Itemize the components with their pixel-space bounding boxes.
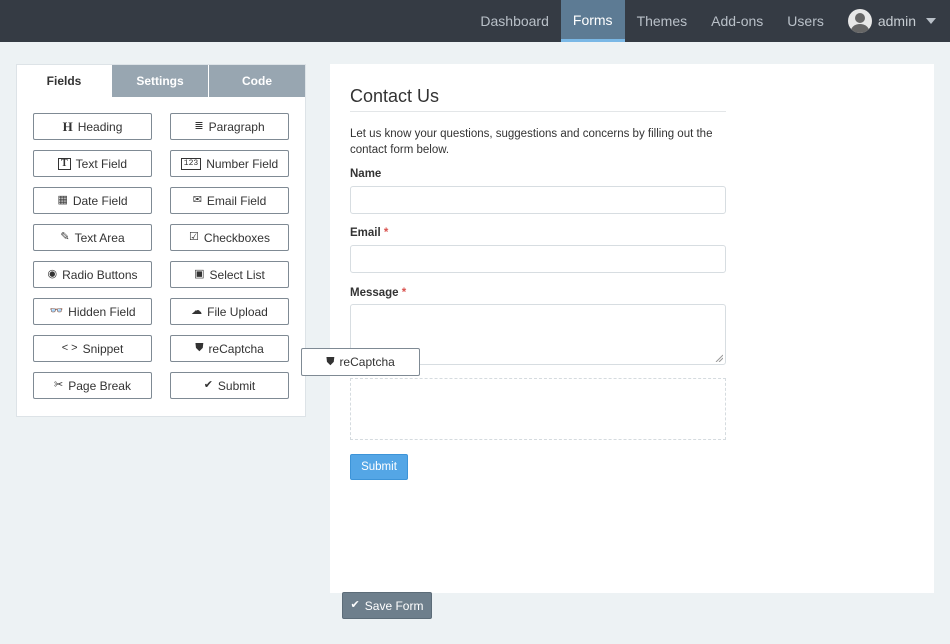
edit-icon: ✎: [60, 231, 70, 243]
field-label: File Upload: [207, 304, 268, 319]
field-label: Submit: [217, 378, 256, 393]
field-label: Page Break: [68, 378, 131, 393]
avatar: [847, 9, 872, 33]
checkbox-icon: ☑: [189, 231, 199, 243]
cloud-upload-icon: ☁: [191, 305, 203, 317]
add-paragraph-button[interactable]: ≣ Paragraph: [170, 113, 289, 140]
field-label: Number Field: [206, 156, 279, 171]
fields-panel: Fields Settings Code H Heading ≣ Paragraph…: [16, 64, 306, 417]
tab-code[interactable]: Code: [208, 65, 305, 97]
code-icon: < >: [61, 342, 78, 354]
main-nav: Dashboard Forms Themes Add-ons Users adm…: [468, 0, 950, 42]
add-submit-button[interactable]: ✔ Submit: [170, 372, 289, 399]
email-label: Email *: [350, 227, 389, 239]
email-input[interactable]: [350, 245, 726, 273]
add-text-area-button[interactable]: ✎ Text Area: [33, 224, 152, 251]
nav-forms[interactable]: Forms: [560, 0, 625, 42]
add-email-field-button[interactable]: ✉ Email Field: [170, 187, 289, 214]
name-input[interactable]: [350, 186, 726, 214]
add-checkboxes-button[interactable]: ☑ Checkboxes: [170, 224, 289, 251]
field-label: Paragraph: [208, 119, 265, 134]
add-heading-button[interactable]: H Heading: [33, 113, 152, 140]
form-submit-button[interactable]: Submit: [350, 454, 408, 480]
required-marker: *: [401, 287, 407, 299]
field-label: reCaptcha: [208, 341, 264, 356]
heading-icon: H: [62, 119, 73, 134]
radio-icon: ◉: [47, 268, 58, 280]
save-form-button[interactable]: ✔ Save Form: [342, 592, 432, 619]
message-label: Message *: [350, 287, 407, 299]
add-select-list-button[interactable]: ▣ Select List: [170, 261, 289, 288]
calendar-icon: ▦: [57, 194, 68, 206]
top-navbar: Dashboard Forms Themes Add-ons Users adm…: [0, 0, 950, 42]
check-icon: ✔: [350, 599, 360, 611]
tab-fields[interactable]: Fields: [17, 65, 111, 97]
field-label: Hidden Field: [68, 304, 136, 319]
paragraph-icon: ≣: [194, 120, 204, 132]
form-title: Contact Us: [350, 86, 726, 112]
nav-themes[interactable]: Themes: [625, 0, 700, 42]
panel-tabs: Fields Settings Code: [17, 65, 305, 97]
dragged-field-label: reCaptcha: [339, 355, 395, 369]
drop-placeholder[interactable]: [350, 378, 726, 440]
field-label: Snippet: [82, 341, 124, 356]
caret-down-icon: [926, 18, 936, 24]
nav-addons[interactable]: Add-ons: [699, 0, 775, 42]
required-marker: *: [383, 227, 389, 239]
scissors-icon: ✂: [54, 379, 64, 391]
add-hidden-field-button[interactable]: 👓 Hidden Field: [33, 298, 152, 325]
form-description: Let us know your questions, suggestions …: [350, 128, 713, 156]
field-label: Text Area: [74, 230, 125, 245]
shield-icon: ⛊: [326, 355, 335, 368]
resize-handle-icon[interactable]: [715, 354, 723, 362]
form-canvas: Contact Us Let us know your questions, s…: [330, 64, 934, 593]
number-field-icon: 123: [180, 157, 202, 170]
field-label: Checkboxes: [203, 230, 270, 245]
text-field-icon: T: [57, 157, 71, 170]
add-date-field-button[interactable]: ▦ Date Field: [33, 187, 152, 214]
nav-dashboard[interactable]: Dashboard: [468, 0, 561, 42]
username: admin: [877, 13, 916, 29]
check-icon: ✔: [203, 379, 213, 391]
user-menu[interactable]: admin: [836, 0, 950, 42]
field-label: Radio Buttons: [62, 267, 138, 282]
add-snippet-button[interactable]: < > Snippet: [33, 335, 152, 362]
name-label: Name: [350, 168, 382, 180]
nav-users[interactable]: Users: [775, 0, 836, 42]
tab-settings[interactable]: Settings: [111, 65, 208, 97]
select-icon: ▣: [194, 268, 205, 280]
shield-icon: ⛊: [195, 342, 204, 354]
add-recaptcha-button[interactable]: ⛊ reCaptcha: [170, 335, 289, 362]
field-label: Heading: [77, 119, 123, 134]
add-file-upload-button[interactable]: ☁ File Upload: [170, 298, 289, 325]
field-label: Date Field: [72, 193, 128, 208]
glasses-icon: 👓: [49, 305, 64, 317]
save-form-label: Save Form: [364, 598, 424, 613]
add-page-break-button[interactable]: ✂ Page Break: [33, 372, 152, 399]
add-radio-buttons-button[interactable]: ◉ Radio Buttons: [33, 261, 152, 288]
field-button-grid: H Heading ≣ Paragraph T Text Field 123 Numbe…: [33, 113, 289, 399]
add-text-field-button[interactable]: T Text Field: [33, 150, 152, 177]
dragged-recaptcha-field[interactable]: ⛊ reCaptcha: [301, 348, 420, 376]
field-label: Select List: [209, 267, 265, 282]
field-label: Email Field: [206, 193, 267, 208]
field-label: Text Field: [75, 156, 128, 171]
add-number-field-button[interactable]: 123 Number Field: [170, 150, 289, 177]
envelope-icon: ✉: [192, 194, 202, 206]
